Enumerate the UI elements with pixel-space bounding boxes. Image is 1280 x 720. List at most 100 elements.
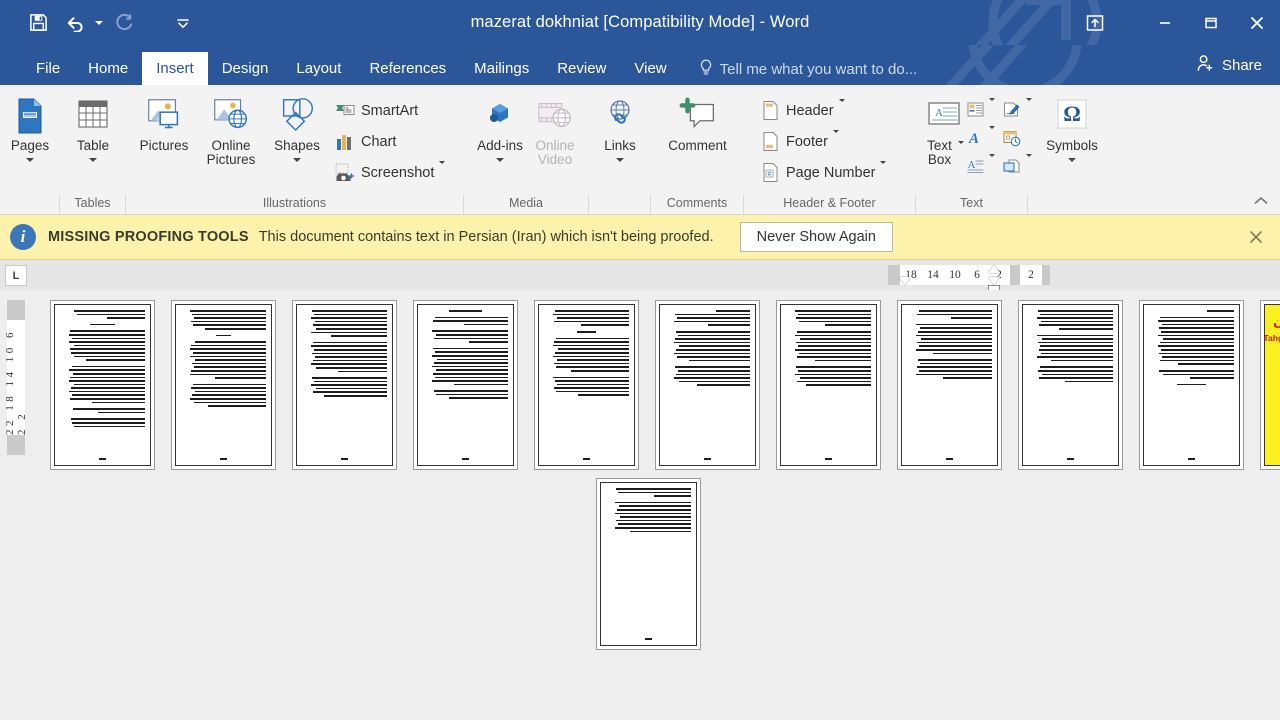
document-page[interactable] xyxy=(776,300,881,470)
addins-label: Add-ins xyxy=(477,138,523,153)
symbols-dropdown-icon[interactable] xyxy=(1068,153,1076,167)
document-page[interactable] xyxy=(413,300,518,470)
close-button[interactable] xyxy=(1234,0,1280,45)
tab-home[interactable]: Home xyxy=(74,53,142,85)
document-page[interactable] xyxy=(1139,300,1244,470)
vertical-ruler[interactable]: 22 18 14 10 6 2 2 xyxy=(4,300,28,455)
addins-button[interactable]: Add-ins xyxy=(474,91,526,167)
header-dropdown-icon[interactable] xyxy=(838,98,845,120)
table-dropdown-icon[interactable] xyxy=(89,153,97,167)
document-page-advertisement[interactable]: تحقیق آنلاین Tahghighonline.ir ⟵ مرجع دا… xyxy=(1260,300,1280,470)
online-video-button[interactable]: Online Video xyxy=(526,91,584,167)
document-page[interactable] xyxy=(534,300,639,470)
ribbon-group-media: Add-ins Online Video Media xyxy=(464,85,589,215)
ribbon-group-text: A Text Box A A Text xyxy=(916,85,1032,215)
header-button[interactable]: Header xyxy=(754,95,891,126)
text-box-icon: A xyxy=(924,93,964,139)
tab-insert[interactable]: Insert xyxy=(142,52,208,85)
advert-line-3: ورد-پی دی اف - پاورپوینت xyxy=(1268,371,1280,389)
wordart-button[interactable]: A xyxy=(964,125,987,151)
screenshot-dropdown-icon[interactable] xyxy=(439,160,446,182)
smartart-button[interactable]: SmartArt xyxy=(329,95,450,126)
drop-cap-dropdown-icon[interactable] xyxy=(987,154,1000,175)
date-time-button[interactable] xyxy=(1000,125,1023,151)
tab-references[interactable]: References xyxy=(355,53,460,85)
tab-layout[interactable]: Layout xyxy=(282,53,355,85)
collapse-ribbon-button[interactable] xyxy=(1250,191,1272,211)
page-number-dropdown-icon[interactable] xyxy=(880,160,887,182)
horizontal-ruler[interactable]: 18 14 10 6 2 2 xyxy=(888,265,1050,285)
drop-cap-button[interactable]: A xyxy=(964,153,987,179)
ruler-tick: 14 xyxy=(927,269,939,281)
table-button[interactable]: Table xyxy=(65,91,121,167)
ribbon-group-label-links xyxy=(589,195,651,215)
pages-dropdown-icon[interactable] xyxy=(26,153,34,167)
symbols-button[interactable]: Ω Symbols xyxy=(1036,91,1108,167)
links-dropdown-icon[interactable] xyxy=(616,153,624,167)
comment-button[interactable]: Comment xyxy=(656,91,739,153)
notification-message: This document contains text in Persian (… xyxy=(258,229,714,245)
first-line-indent-marker[interactable] xyxy=(988,265,1000,273)
ribbon-group-symbols: Ω Symbols xyxy=(1028,85,1118,215)
ribbon-group-links: Links xyxy=(589,85,651,215)
document-page[interactable] xyxy=(655,300,760,470)
pages-icon xyxy=(12,93,48,139)
document-workspace[interactable]: 22 18 14 10 6 2 2 Tah xyxy=(0,290,1280,720)
tab-review[interactable]: Review xyxy=(543,53,620,85)
tab-design[interactable]: Design xyxy=(208,53,283,85)
tab-view[interactable]: View xyxy=(620,53,680,85)
close-icon[interactable] xyxy=(1248,229,1266,247)
text-box-button[interactable]: A Text Box xyxy=(924,91,964,167)
document-page[interactable] xyxy=(292,300,397,470)
quick-parts-button[interactable] xyxy=(964,97,987,123)
signature-line-button[interactable] xyxy=(1000,97,1023,123)
hanging-indent-marker[interactable] xyxy=(988,277,1000,285)
minimize-button[interactable] xyxy=(1142,0,1188,45)
tell-me-placeholder: Tell me what you want to do... xyxy=(719,60,918,78)
table-icon xyxy=(73,93,113,139)
document-page[interactable] xyxy=(1018,300,1123,470)
document-page[interactable] xyxy=(596,478,701,650)
online-pictures-icon xyxy=(210,93,252,139)
footer-dropdown-icon[interactable] xyxy=(832,129,839,151)
shapes-button[interactable]: Shapes xyxy=(265,91,329,167)
tell-me-search[interactable]: Tell me what you want to do... xyxy=(699,53,918,85)
chart-label: Chart xyxy=(361,133,397,150)
footer-button[interactable]: Footer xyxy=(754,126,891,157)
left-indent-marker[interactable] xyxy=(899,277,911,285)
pages-button[interactable]: Pages xyxy=(5,91,55,167)
online-pictures-button[interactable]: Online Pictures xyxy=(197,91,265,167)
ruler-tick: 6 xyxy=(974,269,980,281)
shapes-icon xyxy=(276,93,318,139)
document-page[interactable] xyxy=(50,300,155,470)
ruler-tick: 2 xyxy=(1028,269,1034,281)
shapes-dropdown-icon[interactable] xyxy=(293,153,301,167)
share-person-icon xyxy=(1196,54,1215,76)
tab-mailings[interactable]: Mailings xyxy=(460,53,543,85)
tab-stop-selector[interactable]: L xyxy=(5,265,27,286)
document-page[interactable] xyxy=(171,300,276,470)
comment-icon xyxy=(675,93,721,139)
quick-parts-dropdown-icon[interactable] xyxy=(987,98,1000,119)
vruler-top-margin xyxy=(7,300,25,320)
document-page[interactable] xyxy=(897,300,1002,470)
ribbon-group-label-text: Text xyxy=(916,195,1028,215)
wordart-dropdown-icon[interactable] xyxy=(987,126,1000,147)
addins-dropdown-icon[interactable] xyxy=(496,153,505,167)
screenshot-icon xyxy=(334,162,356,184)
symbols-label: Symbols xyxy=(1046,138,1098,153)
chart-button[interactable]: Chart xyxy=(329,126,450,157)
advert-url: Tahghighonline.ir xyxy=(1264,333,1280,343)
maximize-restore-button[interactable] xyxy=(1188,0,1234,45)
ribbon-display-options-icon[interactable] xyxy=(1072,0,1118,45)
share-button[interactable]: Share xyxy=(1181,45,1280,85)
svg-text:Ω: Ω xyxy=(1063,101,1081,126)
title-bar: mazerat dokhniat [Compatibility Mode] - … xyxy=(0,0,1280,45)
object-button[interactable] xyxy=(1000,153,1023,179)
pictures-button[interactable]: Pictures xyxy=(131,91,197,153)
never-show-again-button[interactable]: Never Show Again xyxy=(739,222,893,252)
tab-file[interactable]: File xyxy=(22,53,74,85)
screenshot-button[interactable]: Screenshot xyxy=(329,157,450,188)
links-button[interactable]: Links xyxy=(594,91,646,167)
page-number-button[interactable]: # Page Number xyxy=(754,157,891,188)
